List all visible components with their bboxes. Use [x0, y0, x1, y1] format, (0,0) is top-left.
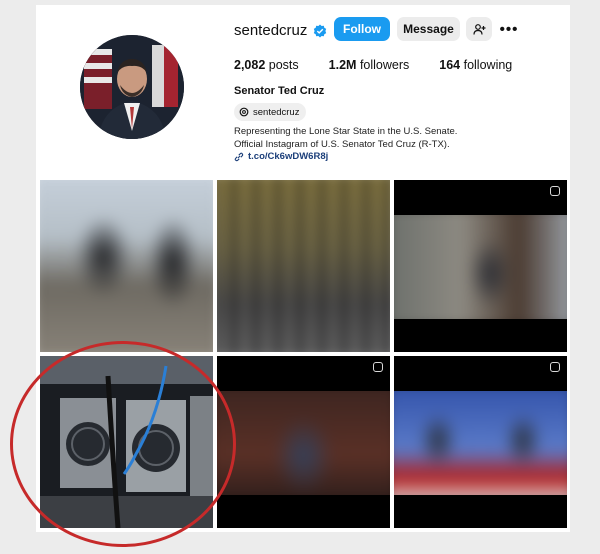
message-button[interactable]: Message: [397, 17, 460, 41]
profile-stats: 2,082 posts 1.2M followers 164 following: [234, 58, 542, 72]
username-text: sentedcruz: [234, 22, 308, 39]
post-thumbnail[interactable]: [217, 180, 390, 352]
post-thumbnail[interactable]: [217, 356, 390, 528]
bio-line: Representing the Lone Star State in the …: [234, 126, 458, 137]
highlight-circle: [10, 341, 236, 547]
link-text: t.co/Ck6wDW6R8j: [248, 151, 329, 162]
post-thumbnail[interactable]: [394, 356, 567, 528]
reel-icon: [373, 362, 383, 372]
person-plus-icon: [472, 23, 485, 35]
followers-count: 1.2M: [328, 58, 357, 72]
followers-stat[interactable]: 1.2M followers: [329, 58, 410, 72]
followers-label: followers: [359, 58, 410, 72]
link-icon: [234, 152, 244, 161]
following-label: following: [463, 58, 513, 72]
bio-line: Official Instagram of U.S. Senator Ted C…: [234, 138, 450, 150]
verified-badge-icon: [314, 24, 327, 37]
threads-handle: sentedcruz: [253, 106, 300, 118]
threads-icon: [239, 107, 249, 117]
more-options-button[interactable]: •••: [496, 17, 522, 41]
more-icon: •••: [499, 20, 519, 38]
profile-full-name: Senator Ted Cruz: [234, 85, 325, 97]
profile-bio: Representing the Lone Star State in the …: [234, 126, 457, 151]
following-count: 164: [439, 58, 461, 72]
follow-button[interactable]: Follow: [334, 17, 390, 41]
posts-label: posts: [268, 58, 299, 72]
profile-link[interactable]: t.co/Ck6wDW6R8j: [234, 151, 328, 162]
profile-avatar[interactable]: [80, 35, 184, 139]
posts-stat: 2,082 posts: [234, 58, 299, 72]
profile-username: sentedcruz: [234, 22, 327, 39]
reel-icon: [550, 362, 560, 372]
reel-icon: [550, 186, 560, 196]
threads-badge[interactable]: sentedcruz: [234, 103, 307, 121]
post-thumbnail[interactable]: [40, 180, 213, 352]
following-stat[interactable]: 164 following: [439, 58, 512, 72]
suggest-user-button[interactable]: [466, 17, 492, 41]
post-thumbnail[interactable]: [394, 180, 567, 352]
posts-count: 2,082: [234, 58, 266, 72]
